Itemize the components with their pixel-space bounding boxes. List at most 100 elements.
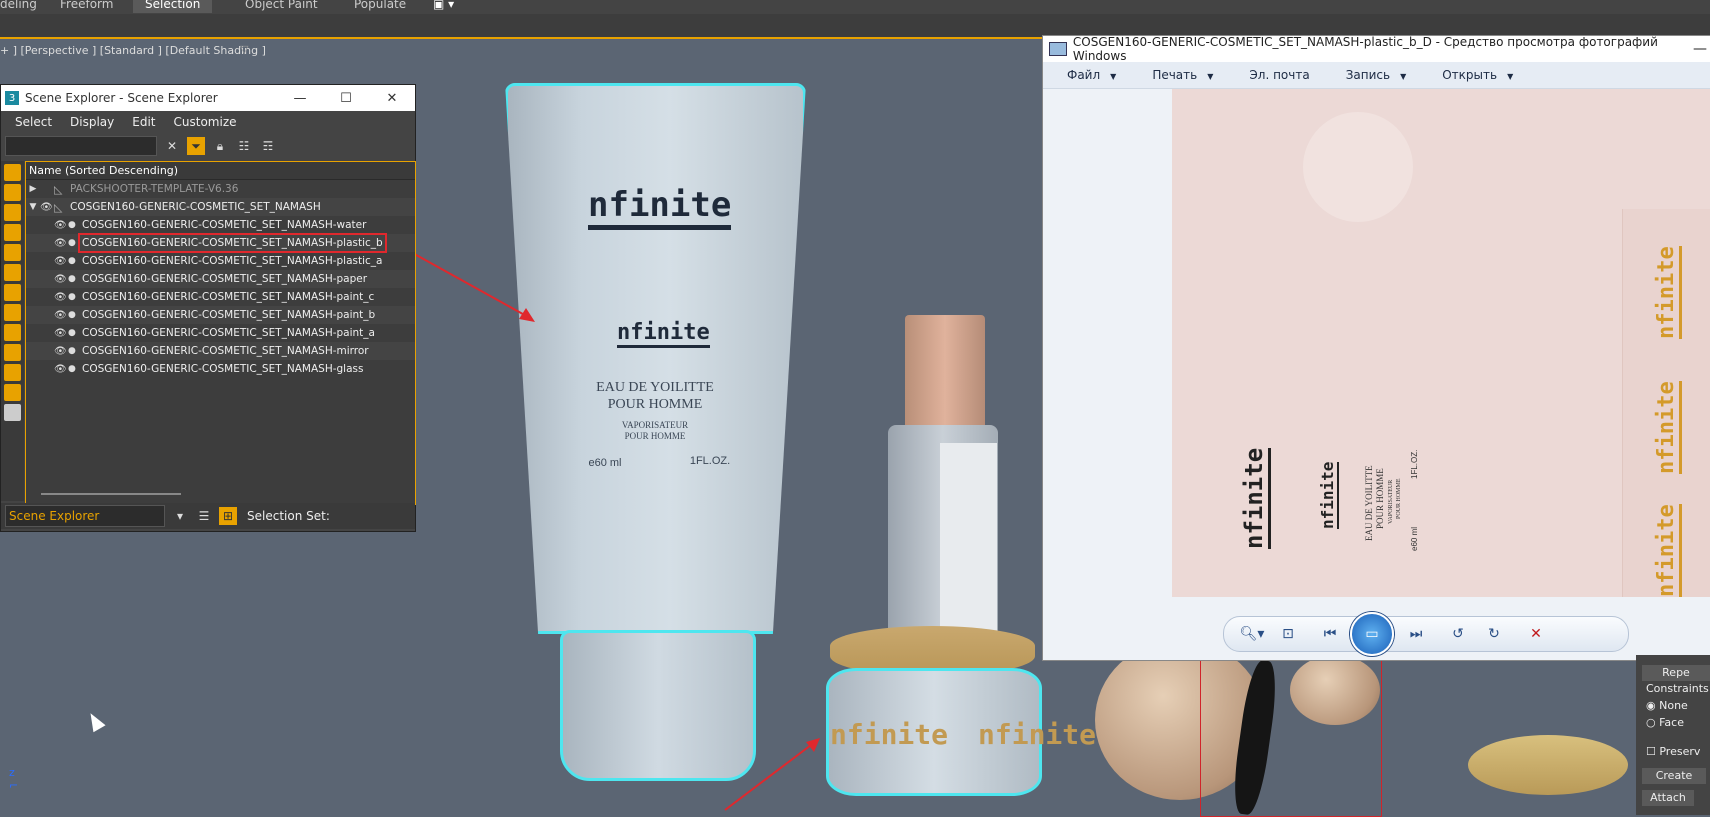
lights-filter-icon[interactable] [4, 204, 21, 221]
funnel-icon[interactable]: ▽ [240, 43, 248, 56]
image-canvas[interactable]: nfinite nfinite EAU DE YOILITTE POUR HOM… [1043, 89, 1710, 597]
tree-row[interactable]: 👁︎ ● COSGEN160-GENERIC-COSMETIC_SET_NAMASH… [26, 216, 415, 234]
lock-icon[interactable]: 🔒︎ [211, 137, 229, 155]
eye-icon[interactable]: 👁︎ [54, 238, 68, 249]
tab-populate[interactable]: Populate [354, 0, 406, 13]
rotate-right-icon[interactable]: ↻ [1480, 623, 1508, 645]
tree-row[interactable]: 👁︎ ● COSGEN160-GENERIC-COSMETIC_SET_NAMASH… [26, 342, 415, 360]
delete-icon[interactable]: ✕ [1522, 623, 1550, 645]
column-header[interactable]: Name (Sorted Descending) [26, 162, 415, 180]
tex-logo-large: nfinite [1240, 447, 1271, 549]
chevron-down-icon[interactable]: ▾ [171, 507, 189, 525]
close-icon[interactable]: ✕ [369, 91, 415, 106]
tube-volume: e60 ml [588, 457, 622, 469]
clear-search-icon[interactable]: ✕ [163, 137, 181, 155]
tab-modeling[interactable]: deling [0, 0, 37, 13]
constraint-face-radio[interactable]: ○ Face [1646, 716, 1684, 729]
cameras-filter-icon[interactable] [4, 224, 21, 241]
scene-explorer-titlebar[interactable]: 3 Scene Explorer - Scene Explorer — ☐ ✕ [1, 85, 415, 111]
expand-icon[interactable]: ▶ [26, 184, 40, 194]
explorer-dropdown[interactable]: Scene Explorer [5, 505, 165, 527]
ribbon-options-icon[interactable]: ▣ ▾ [433, 0, 454, 13]
photo-viewer-titlebar[interactable]: COSGEN160-GENERIC-COSMETIC_SET_NAMASH-pl… [1043, 35, 1710, 63]
maximize-icon[interactable]: ☐ [323, 91, 369, 106]
tube-line3: VAPORISATEUR [621, 420, 689, 430]
menu-burn[interactable]: Запись ▼ [1334, 68, 1413, 82]
rotate-left-icon[interactable]: ↺ [1444, 623, 1472, 645]
tree-row[interactable]: ▶ ◺ PACKSHOOTER-TEMPLATE-V6.36 [26, 180, 415, 198]
hierarchy-icon[interactable]: ☷ [235, 137, 253, 155]
frozen-filter-icon[interactable] [4, 364, 21, 381]
tex-logo-strip-1: nfinite [1654, 246, 1682, 339]
spacewarps-filter-icon[interactable] [4, 264, 21, 281]
menu-edit[interactable]: Edit [132, 115, 155, 129]
repeat-button[interactable]: Repe [1642, 665, 1710, 681]
menu-print[interactable]: Печать ▼ [1140, 68, 1219, 82]
eye-icon[interactable]: 👁︎ [54, 328, 68, 339]
layers-icon[interactable]: ☰ [195, 507, 213, 525]
groups-filter-icon[interactable] [4, 284, 21, 301]
tab-selection[interactable]: Selection [133, 0, 213, 13]
constraints-label: Constraints [1646, 682, 1709, 695]
tab-object-paint[interactable]: Object Paint [245, 0, 318, 13]
attach-button[interactable]: Attach [1642, 790, 1694, 806]
eye-icon[interactable]: 👁︎ [54, 274, 68, 285]
menu-email[interactable]: Эл. почта [1237, 68, 1315, 82]
tube-product[interactable] [505, 83, 806, 634]
horizontal-scrollbar[interactable] [41, 493, 181, 495]
minimize-icon[interactable]: — [277, 91, 323, 106]
viewport-label[interactable]: + ] [Perspective ] [Standard ] [Default … [0, 44, 266, 57]
bottle-cap[interactable] [905, 315, 985, 430]
tree-row[interactable]: 👁︎ ● COSGEN160-GENERIC-COSMETIC_SET_NAMASH… [26, 288, 415, 306]
photo-viewer-controls: 🔍︎▾ ⊡ ⏮ ▭ ⏭ ↺ ↻ ✕ [1223, 612, 1629, 656]
actual-size-icon[interactable]: ⊡ [1274, 623, 1302, 645]
tree-row-selected[interactable]: 👁︎ ● COSGEN160-GENERIC-COSMETIC_SET_NAMASH… [26, 233, 415, 253]
tree-row[interactable]: ▼ 👁︎ ◺ COSGEN160-GENERIC-COSMETIC_SET_NAMAS… [26, 198, 415, 216]
helpers-filter-icon[interactable] [4, 244, 21, 261]
constraint-none-radio[interactable]: ◉ None [1646, 699, 1688, 712]
create-button[interactable]: Create [1642, 768, 1706, 784]
eye-icon[interactable]: 👁︎ [54, 364, 68, 375]
geometry-filter-icon[interactable] [4, 164, 21, 181]
bones-filter-icon[interactable] [4, 324, 21, 341]
tab-freeform[interactable]: Freeform [60, 0, 113, 13]
menu-select[interactable]: Select [15, 115, 52, 129]
tree-row[interactable]: 👁︎ ● COSGEN160-GENERIC-COSMETIC_SET_NAMASH… [26, 324, 415, 342]
menu-customize[interactable]: Customize [174, 115, 237, 129]
eye-icon[interactable]: 👁︎ [54, 310, 68, 321]
tex-line4: POUR HOMME [1396, 478, 1402, 519]
previous-icon[interactable]: ⏮ [1316, 623, 1344, 645]
eye-icon[interactable]: 👁︎ [40, 202, 54, 213]
tree-row[interactable]: 👁︎ ● COSGEN160-GENERIC-COSMETIC_SET_NAMASH… [26, 360, 415, 378]
filter-sidebar [1, 161, 24, 501]
preserve-checkbox[interactable]: ☐ Preserv [1646, 745, 1700, 758]
eye-icon[interactable]: 👁︎ [54, 346, 68, 357]
hierarchy-mode-icon[interactable]: ⊞ [219, 507, 237, 525]
shapes-filter-icon[interactable] [4, 184, 21, 201]
tex-logo-small: nfinite [1318, 461, 1339, 529]
tin-object[interactable] [1468, 735, 1628, 795]
menu-display[interactable]: Display [70, 115, 114, 129]
filter-icon[interactable]: ⏷ [187, 137, 205, 155]
minimize-icon[interactable]: — [1693, 41, 1707, 57]
menu-open[interactable]: Открыть ▼ [1430, 68, 1519, 82]
eye-icon[interactable]: 👁︎ [54, 220, 68, 231]
slideshow-button[interactable]: ▭ [1350, 612, 1394, 656]
zoom-icon[interactable]: 🔍︎▾ [1238, 623, 1266, 645]
collapse-icon[interactable]: ▼ [26, 202, 40, 212]
layer-hierarchy-icon[interactable]: ☶ [259, 137, 277, 155]
tree-row[interactable]: 👁︎ ● COSGEN160-GENERIC-COSMETIC_SET_NAMASH… [26, 306, 415, 324]
containers-filter-icon[interactable] [4, 344, 21, 361]
search-input[interactable] [5, 136, 157, 156]
list-icon[interactable] [4, 404, 21, 421]
object-icon: ● [68, 310, 76, 320]
hidden-filter-icon[interactable] [4, 384, 21, 401]
eye-icon[interactable]: 👁︎ [54, 292, 68, 303]
bottle-label [940, 443, 997, 633]
tree-row[interactable]: 👁︎ ● COSGEN160-GENERIC-COSMETIC_SET_NAMASH… [26, 270, 415, 288]
next-icon[interactable]: ⏭ [1402, 623, 1430, 645]
xrefs-filter-icon[interactable] [4, 304, 21, 321]
menu-file[interactable]: Файл ▼ [1055, 68, 1122, 82]
eye-icon[interactable]: 👁︎ [54, 256, 68, 267]
tree-row[interactable]: 👁︎ ● COSGEN160-GENERIC-COSMETIC_SET_NAMASH… [26, 252, 415, 270]
